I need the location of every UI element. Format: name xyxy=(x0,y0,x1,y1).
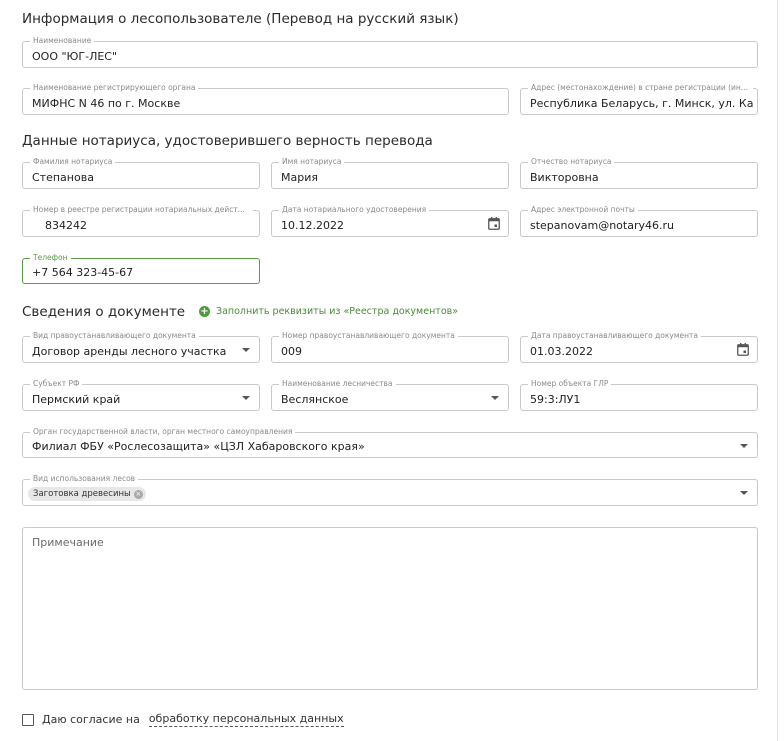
authority-value: Филиал ФБУ «Рослесозащита» «ЦЗЛ Хабаровс… xyxy=(32,440,365,453)
doc-type-value: Договор аренды лесного участка xyxy=(32,345,227,358)
notary-firstname-field[interactable]: Имя нотариуса Мария xyxy=(271,157,509,189)
note-textarea[interactable]: Примечание xyxy=(22,527,758,690)
notary-email-value: stepanovam@notary46.ru xyxy=(530,219,674,232)
notary-phone-field[interactable]: Телефон +7 564 323-45-67 xyxy=(22,253,260,284)
name-label: Наименование xyxy=(30,36,95,46)
chevron-down-icon xyxy=(242,348,250,352)
authority-label: Орган государственной власти, орган мест… xyxy=(30,427,296,437)
doc-number-label: Номер правоустанавливающего документа xyxy=(279,331,458,341)
consent-row: Даю согласие на обработку персональных д… xyxy=(22,712,344,727)
section-title-user: Информация о лесопользователе (Перевод н… xyxy=(22,11,459,27)
notary-reg-number-value: 834242 xyxy=(45,219,87,232)
reg-org-value: МИФНС N 46 по г. Москве xyxy=(32,97,181,110)
notary-patronymic-value: Викторовна xyxy=(530,171,599,184)
notary-phone-value: +7 564 323-45-67 xyxy=(32,266,134,279)
section-title-notary: Данные нотариуса, удостоверившего вернос… xyxy=(22,133,433,149)
plus-circle-icon: + xyxy=(199,306,210,317)
section-title-document: Сведения о документе xyxy=(22,304,186,320)
chevron-down-icon xyxy=(491,396,499,400)
notary-firstname-value: Мария xyxy=(281,171,318,184)
notary-lastname-field[interactable]: Фамилия нотариуса Степанова xyxy=(22,157,260,189)
consent-checkbox[interactable] xyxy=(22,713,34,726)
doc-date-field[interactable]: Дата правоустанавливающего документа 01.… xyxy=(520,331,758,363)
glr-number-value: 59:3:ЛУ1 xyxy=(530,393,581,406)
notary-email-field[interactable]: Адрес электронной почты stepanovam@notar… xyxy=(520,205,758,237)
fill-from-registry-label: Заполнить реквизиты из «Реестра документ… xyxy=(216,306,459,317)
reg-org-label: Наименование регистрирующего органа xyxy=(30,83,199,93)
notary-cert-date-value: 10.12.2022 xyxy=(281,219,344,232)
reg-org-field[interactable]: Наименование регистрирующего органа МИФН… xyxy=(22,83,509,115)
fill-from-registry-link[interactable]: + Заполнить реквизиты из «Реестра докуме… xyxy=(199,306,458,317)
notary-reg-number-field[interactable]: Номер в реестре регистрации нотариальных… xyxy=(22,205,260,237)
notary-cert-date-label: Дата нотариального удостоверения xyxy=(279,205,430,215)
forestry-select[interactable]: Наименование лесничества Веслянское xyxy=(271,379,509,411)
subject-select[interactable]: Субъект РФ Пермский край xyxy=(22,379,260,411)
consent-text: Даю согласие на xyxy=(42,713,140,726)
doc-date-label: Дата правоустанавливающего документа xyxy=(528,331,701,341)
address-field[interactable]: Адрес (местонахождение) в стране регистр… xyxy=(520,83,758,115)
forest-use-select[interactable]: Вид использования лесов Заготовка древес… xyxy=(22,474,758,506)
glr-number-label: Номер объекта ГЛР xyxy=(528,379,612,389)
chevron-down-icon xyxy=(740,444,748,448)
name-field[interactable]: Наименование ООО "ЮГ-ЛЕС" xyxy=(22,36,758,68)
forest-use-label: Вид использования лесов xyxy=(30,474,139,484)
notary-patronymic-label: Отчество нотариуса xyxy=(528,157,615,167)
subject-value: Пермский край xyxy=(32,393,121,406)
subject-label: Субъект РФ xyxy=(30,379,83,389)
address-value: Республика Беларусь, г. Минск, ул. Карл xyxy=(530,97,753,110)
consent-link[interactable]: обработку персональных данных xyxy=(148,712,344,727)
chevron-down-icon xyxy=(242,396,250,400)
forest-use-chip[interactable]: Заготовка древесины × xyxy=(28,487,146,501)
name-value: ООО "ЮГ-ЛЕС" xyxy=(32,50,118,63)
note-placeholder: Примечание xyxy=(32,536,104,549)
notary-phone-label: Телефон xyxy=(30,253,71,263)
notary-cert-date-field[interactable]: Дата нотариального удостоверения 10.12.2… xyxy=(271,205,509,237)
calendar-icon[interactable] xyxy=(737,343,749,356)
doc-type-select[interactable]: Вид правоустанавливающего документа Дого… xyxy=(22,331,260,363)
notary-email-label: Адрес электронной почты xyxy=(528,205,638,215)
calendar-icon[interactable] xyxy=(488,217,500,230)
chevron-down-icon xyxy=(740,491,748,495)
doc-type-label: Вид правоустанавливающего документа xyxy=(30,331,199,341)
notary-lastname-label: Фамилия нотариуса xyxy=(30,157,116,167)
forestry-label: Наименование лесничества xyxy=(279,379,396,389)
notary-lastname-value: Степанова xyxy=(32,171,94,184)
forestry-value: Веслянское xyxy=(281,393,349,406)
authority-select[interactable]: Орган государственной власти, орган мест… xyxy=(22,427,758,458)
notary-reg-number-label: Номер в реестре регистрации нотариальных… xyxy=(30,205,253,215)
doc-number-value: 009 xyxy=(281,345,302,358)
doc-number-field[interactable]: Номер правоустанавливающего документа 00… xyxy=(271,331,509,363)
forest-use-chip-label: Заготовка древесины xyxy=(33,489,131,499)
chip-remove-icon[interactable]: × xyxy=(133,489,143,499)
doc-date-value: 01.03.2022 xyxy=(530,345,593,358)
address-label: Адрес (местонахождение) в стране регистр… xyxy=(528,83,753,93)
notary-patronymic-field[interactable]: Отчество нотариуса Викторовна xyxy=(520,157,758,189)
glr-number-field[interactable]: Номер объекта ГЛР 59:3:ЛУ1 xyxy=(520,379,758,411)
notary-firstname-label: Имя нотариуса xyxy=(279,157,345,167)
